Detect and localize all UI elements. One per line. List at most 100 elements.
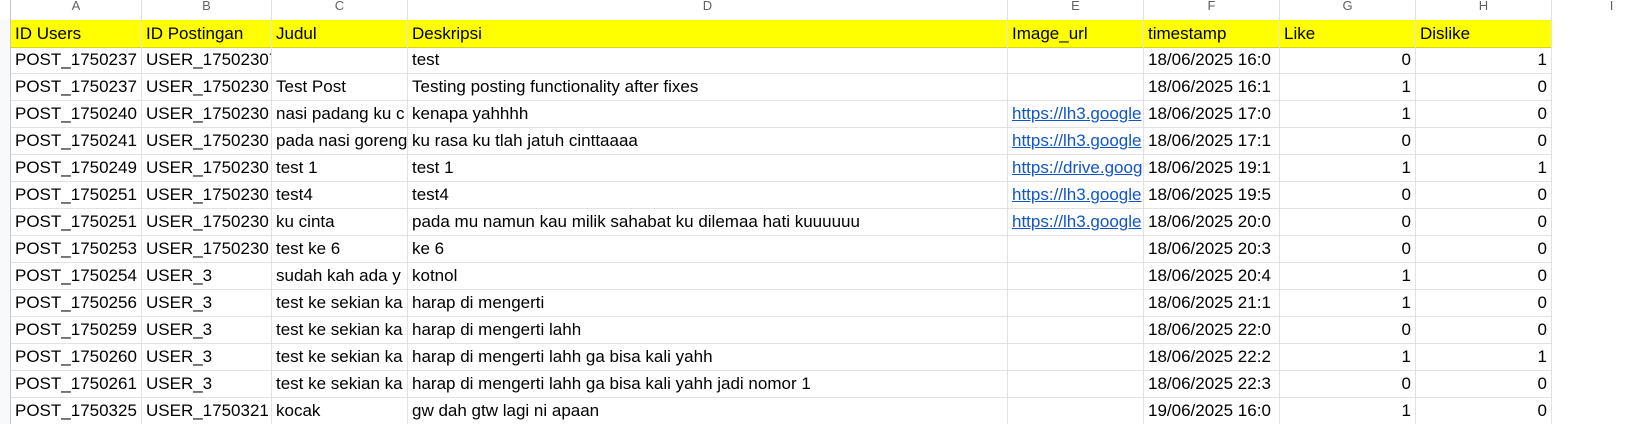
cell-like[interactable]: 0	[1280, 208, 1416, 236]
cell-judul[interactable]	[272, 46, 408, 74]
cell-judul[interactable]: sudah kah ada y	[272, 262, 408, 290]
cell-id-users[interactable]: POST_1750256	[11, 289, 142, 317]
header-cell-id-postingan[interactable]: ID Postingan	[142, 20, 272, 48]
column-header-g[interactable]: G	[1280, 0, 1416, 20]
column-header-a[interactable]: A	[11, 0, 142, 20]
cell-judul[interactable]: test4	[272, 181, 408, 209]
header-cell-dislike[interactable]: Dislike	[1416, 20, 1552, 48]
cell-timestamp[interactable]: 18/06/2025 16:0	[1144, 46, 1280, 74]
cell-judul[interactable]: test ke sekian ka	[272, 289, 408, 317]
cell-dislike[interactable]: 0	[1416, 100, 1552, 128]
column-header-e[interactable]: E	[1008, 0, 1144, 20]
cell-like[interactable]: 1	[1280, 100, 1416, 128]
column-header-d[interactable]: D	[408, 0, 1008, 20]
cell-like[interactable]: 0	[1280, 370, 1416, 398]
cell-id-users[interactable]: POST_1750259	[11, 316, 142, 344]
cell-judul[interactable]: nasi padang ku c	[272, 100, 408, 128]
cell-image-url[interactable]	[1008, 46, 1144, 74]
cell-deskripsi[interactable]: ku rasa ku tlah jatuh cinttaaaa	[408, 127, 1008, 155]
cell-timestamp[interactable]: 18/06/2025 20:4	[1144, 262, 1280, 290]
cell-deskripsi[interactable]: kotnol	[408, 262, 1008, 290]
cell-id-users[interactable]: POST_1750261	[11, 370, 142, 398]
cell-dislike[interactable]: 0	[1416, 235, 1552, 263]
header-cell-judul[interactable]: Judul	[272, 20, 408, 48]
row-number-gutter[interactable]	[0, 20, 11, 424]
cell-deskripsi[interactable]: Testing posting functionality after fixe…	[408, 73, 1008, 101]
cell-judul[interactable]: Test Post	[272, 73, 408, 101]
column-header-c[interactable]: C	[272, 0, 408, 20]
column-header-b[interactable]: B	[142, 0, 272, 20]
header-cell-image-url[interactable]: Image_url	[1008, 20, 1144, 48]
cell-id-users[interactable]: POST_1750253	[11, 235, 142, 263]
cell-like[interactable]: 1	[1280, 73, 1416, 101]
cell-like[interactable]: 0	[1280, 181, 1416, 209]
cell-image-url[interactable]	[1008, 289, 1144, 317]
cell-image-url[interactable]	[1008, 397, 1144, 424]
cell-deskripsi[interactable]: pada mu namun kau milik sahabat ku dilem…	[408, 208, 1008, 236]
cell-id-postingan[interactable]: USER_1750230	[142, 181, 272, 209]
cell-judul[interactable]: test ke 6	[272, 235, 408, 263]
cell-deskripsi[interactable]: harap di mengerti lahh ga bisa kali yahh	[408, 343, 1008, 371]
cell-image-url[interactable]: https://lh3.google	[1008, 127, 1144, 155]
cell-id-users[interactable]: POST_1750240	[11, 100, 142, 128]
cell-deskripsi[interactable]: harap di mengerti	[408, 289, 1008, 317]
column-header-i[interactable]: I	[1552, 0, 1640, 20]
cell-image-url[interactable]	[1008, 370, 1144, 398]
cell-image-url[interactable]: https://lh3.google	[1008, 181, 1144, 209]
header-cell-like[interactable]: Like	[1280, 20, 1416, 48]
cell-timestamp[interactable]: 18/06/2025 17:0	[1144, 100, 1280, 128]
cell-id-postingan[interactable]: USER_3	[142, 262, 272, 290]
cell-id-users[interactable]: POST_1750249	[11, 154, 142, 182]
cell-dislike[interactable]: 0	[1416, 289, 1552, 317]
cell-timestamp[interactable]: 18/06/2025 22:3	[1144, 370, 1280, 398]
cell-judul[interactable]: test ke sekian ka	[272, 343, 408, 371]
cell-id-postingan[interactable]: USER_3	[142, 289, 272, 317]
cell-id-users[interactable]: POST_1750251	[11, 181, 142, 209]
cell-judul[interactable]: test 1	[272, 154, 408, 182]
cell-like[interactable]: 1	[1280, 397, 1416, 424]
cell-dislike[interactable]: 1	[1416, 154, 1552, 182]
cell-timestamp[interactable]: 18/06/2025 20:3	[1144, 235, 1280, 263]
cell-id-users[interactable]: POST_1750251	[11, 208, 142, 236]
cell-like[interactable]: 1	[1280, 289, 1416, 317]
cell-like[interactable]: 1	[1280, 154, 1416, 182]
cell-image-url[interactable]	[1008, 262, 1144, 290]
cell-id-users[interactable]: POST_1750237	[11, 73, 142, 101]
select-all-corner[interactable]	[0, 0, 11, 20]
cell-timestamp[interactable]: 18/06/2025 17:1	[1144, 127, 1280, 155]
cell-dislike[interactable]: 0	[1416, 370, 1552, 398]
cell-timestamp[interactable]: 19/06/2025 16:0	[1144, 397, 1280, 424]
cell-dislike[interactable]: 0	[1416, 316, 1552, 344]
cell-dislike[interactable]: 0	[1416, 127, 1552, 155]
cell-deskripsi[interactable]: test 1	[408, 154, 1008, 182]
cell-dislike[interactable]: 0	[1416, 208, 1552, 236]
cell-deskripsi[interactable]: kenapa yahhhh	[408, 100, 1008, 128]
cell-like[interactable]: 1	[1280, 262, 1416, 290]
cell-id-postingan[interactable]: USER_1750230	[142, 154, 272, 182]
cell-timestamp[interactable]: 18/06/2025 16:1	[1144, 73, 1280, 101]
cell-timestamp[interactable]: 18/06/2025 20:0	[1144, 208, 1280, 236]
cell-id-postingan[interactable]: USER_3	[142, 316, 272, 344]
cell-deskripsi[interactable]: test	[408, 46, 1008, 74]
cell-like[interactable]: 1	[1280, 343, 1416, 371]
cell-id-postingan[interactable]: USER_1750230	[142, 127, 272, 155]
cell-timestamp[interactable]: 18/06/2025 21:1	[1144, 289, 1280, 317]
cell-image-url[interactable]	[1008, 73, 1144, 101]
column-header-f[interactable]: F	[1144, 0, 1280, 20]
cell-judul[interactable]: pada nasi goreng	[272, 127, 408, 155]
cell-image-url[interactable]: https://drive.goog	[1008, 154, 1144, 182]
cell-judul[interactable]: ku cinta	[272, 208, 408, 236]
cell-timestamp[interactable]: 18/06/2025 19:5	[1144, 181, 1280, 209]
cell-judul[interactable]: test ke sekian ka	[272, 316, 408, 344]
cell-dislike[interactable]: 1	[1416, 343, 1552, 371]
cell-id-users[interactable]: POST_1750325	[11, 397, 142, 424]
cell-id-postingan[interactable]: USER_3	[142, 370, 272, 398]
cell-deskripsi[interactable]: test4	[408, 181, 1008, 209]
cell-image-url[interactable]	[1008, 235, 1144, 263]
cell-like[interactable]: 0	[1280, 46, 1416, 74]
cell-judul[interactable]: kocak	[272, 397, 408, 424]
cell-deskripsi[interactable]: harap di mengerti lahh	[408, 316, 1008, 344]
header-cell-deskripsi[interactable]: Deskripsi	[408, 20, 1008, 48]
cell-image-url[interactable]	[1008, 343, 1144, 371]
cell-image-url[interactable]: https://lh3.google	[1008, 208, 1144, 236]
